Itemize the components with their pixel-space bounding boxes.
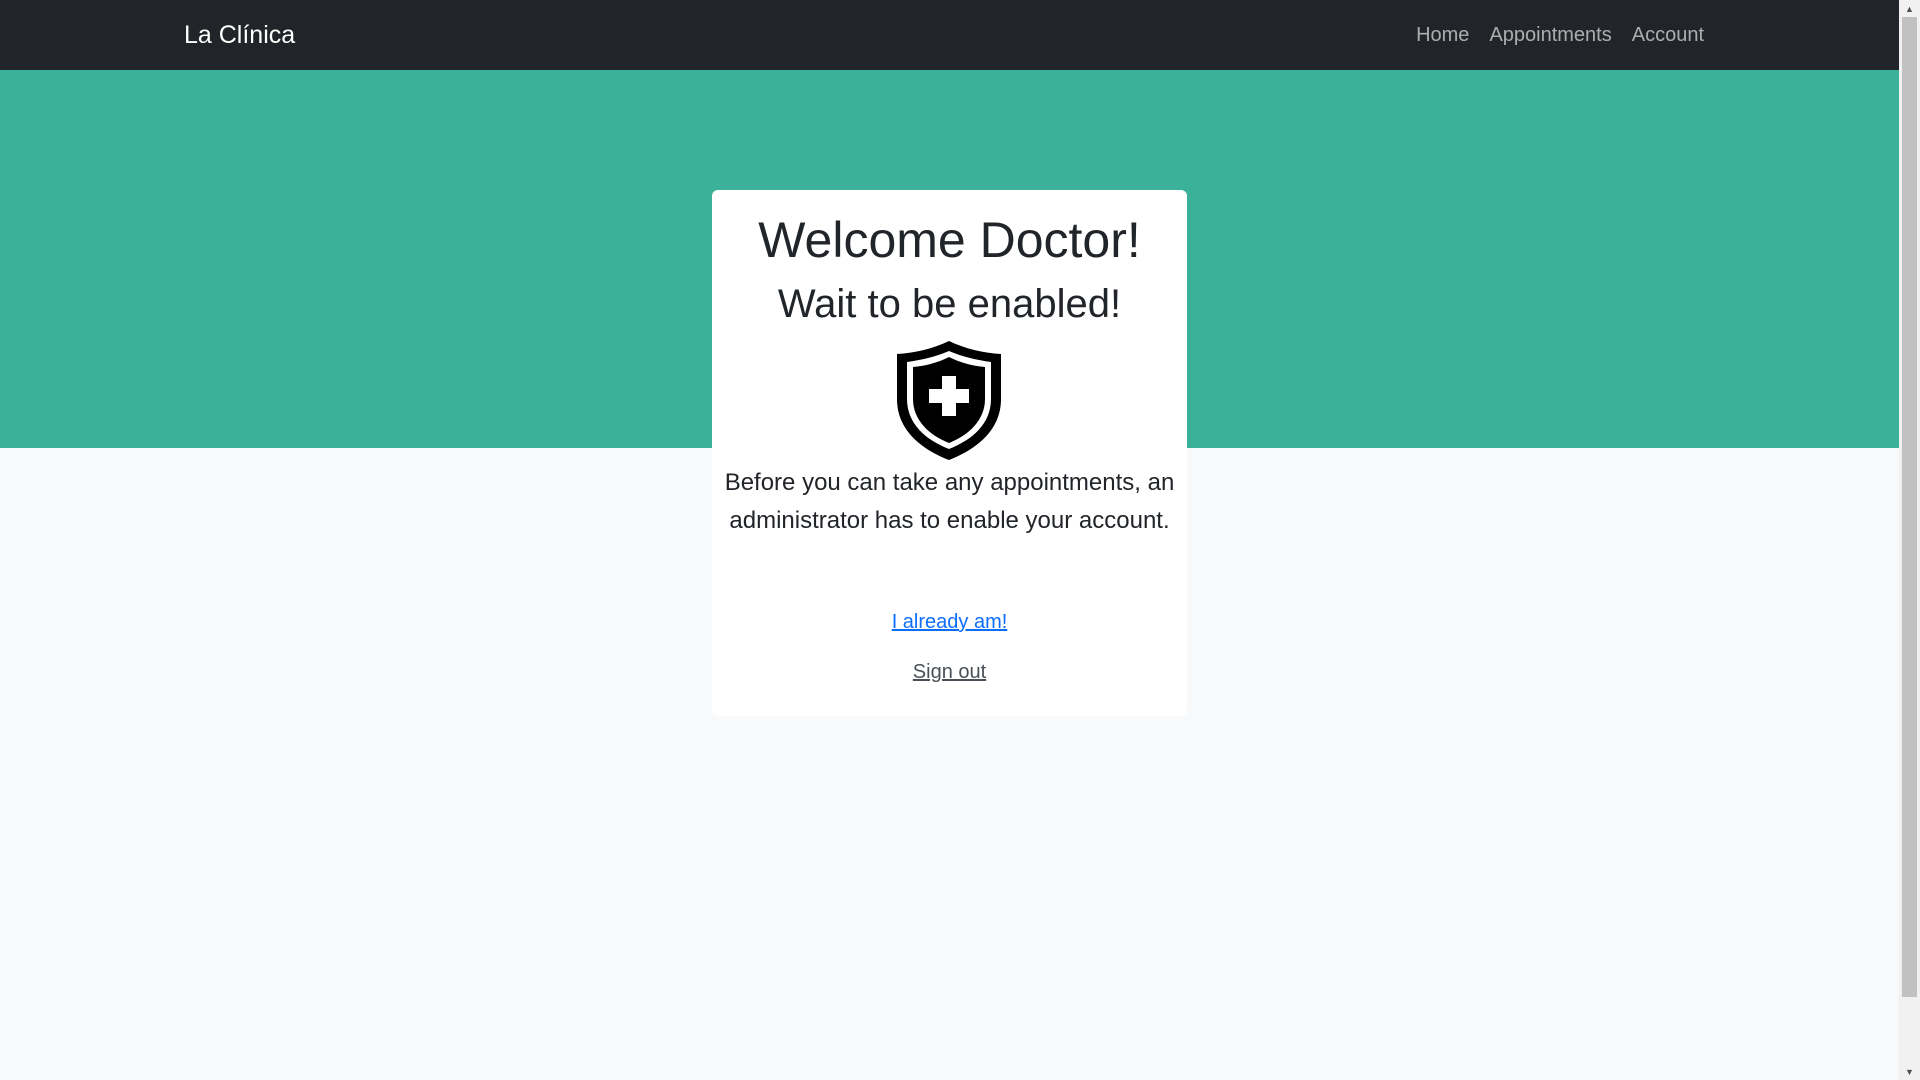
nav-home-link[interactable]: Home xyxy=(1416,24,1469,47)
brand-link[interactable]: La Clínica xyxy=(184,0,295,70)
doctor-welcome-card: Welcome Doctor! Wait to be enabled! Befo… xyxy=(712,190,1187,716)
wait-subtitle: Wait to be enabled! xyxy=(777,282,1122,326)
shield-cross-icon xyxy=(897,341,1001,460)
nav-account-link[interactable]: Account xyxy=(1632,24,1704,47)
sign-out-link-wrap: Sign out xyxy=(712,658,1187,686)
sign-out-link[interactable]: Sign out xyxy=(913,661,986,683)
top-navbar: La Clínica Home Appointments Account xyxy=(0,0,1899,70)
already-enabled-link[interactable]: I already am! xyxy=(892,611,1008,633)
enable-account-message: Before you can take any appointments, an… xyxy=(724,469,1175,534)
scroll-up-arrow-icon[interactable]: ▲ xyxy=(1899,0,1920,17)
nav-appointments-link[interactable]: Appointments xyxy=(1489,24,1611,47)
already-enabled-link-wrap: I already am! xyxy=(712,608,1187,636)
page-viewport: La Clínica Home Appointments Account Wel… xyxy=(0,0,1899,1080)
scrollbar-thumb[interactable] xyxy=(1902,17,1917,997)
scroll-down-arrow-icon[interactable]: ▼ xyxy=(1899,1063,1920,1080)
vertical-scrollbar[interactable]: ▲ ▼ xyxy=(1899,0,1920,1080)
welcome-title: Welcome Doctor! xyxy=(758,212,1141,268)
nav-links: Home Appointments Account xyxy=(1416,0,1704,70)
